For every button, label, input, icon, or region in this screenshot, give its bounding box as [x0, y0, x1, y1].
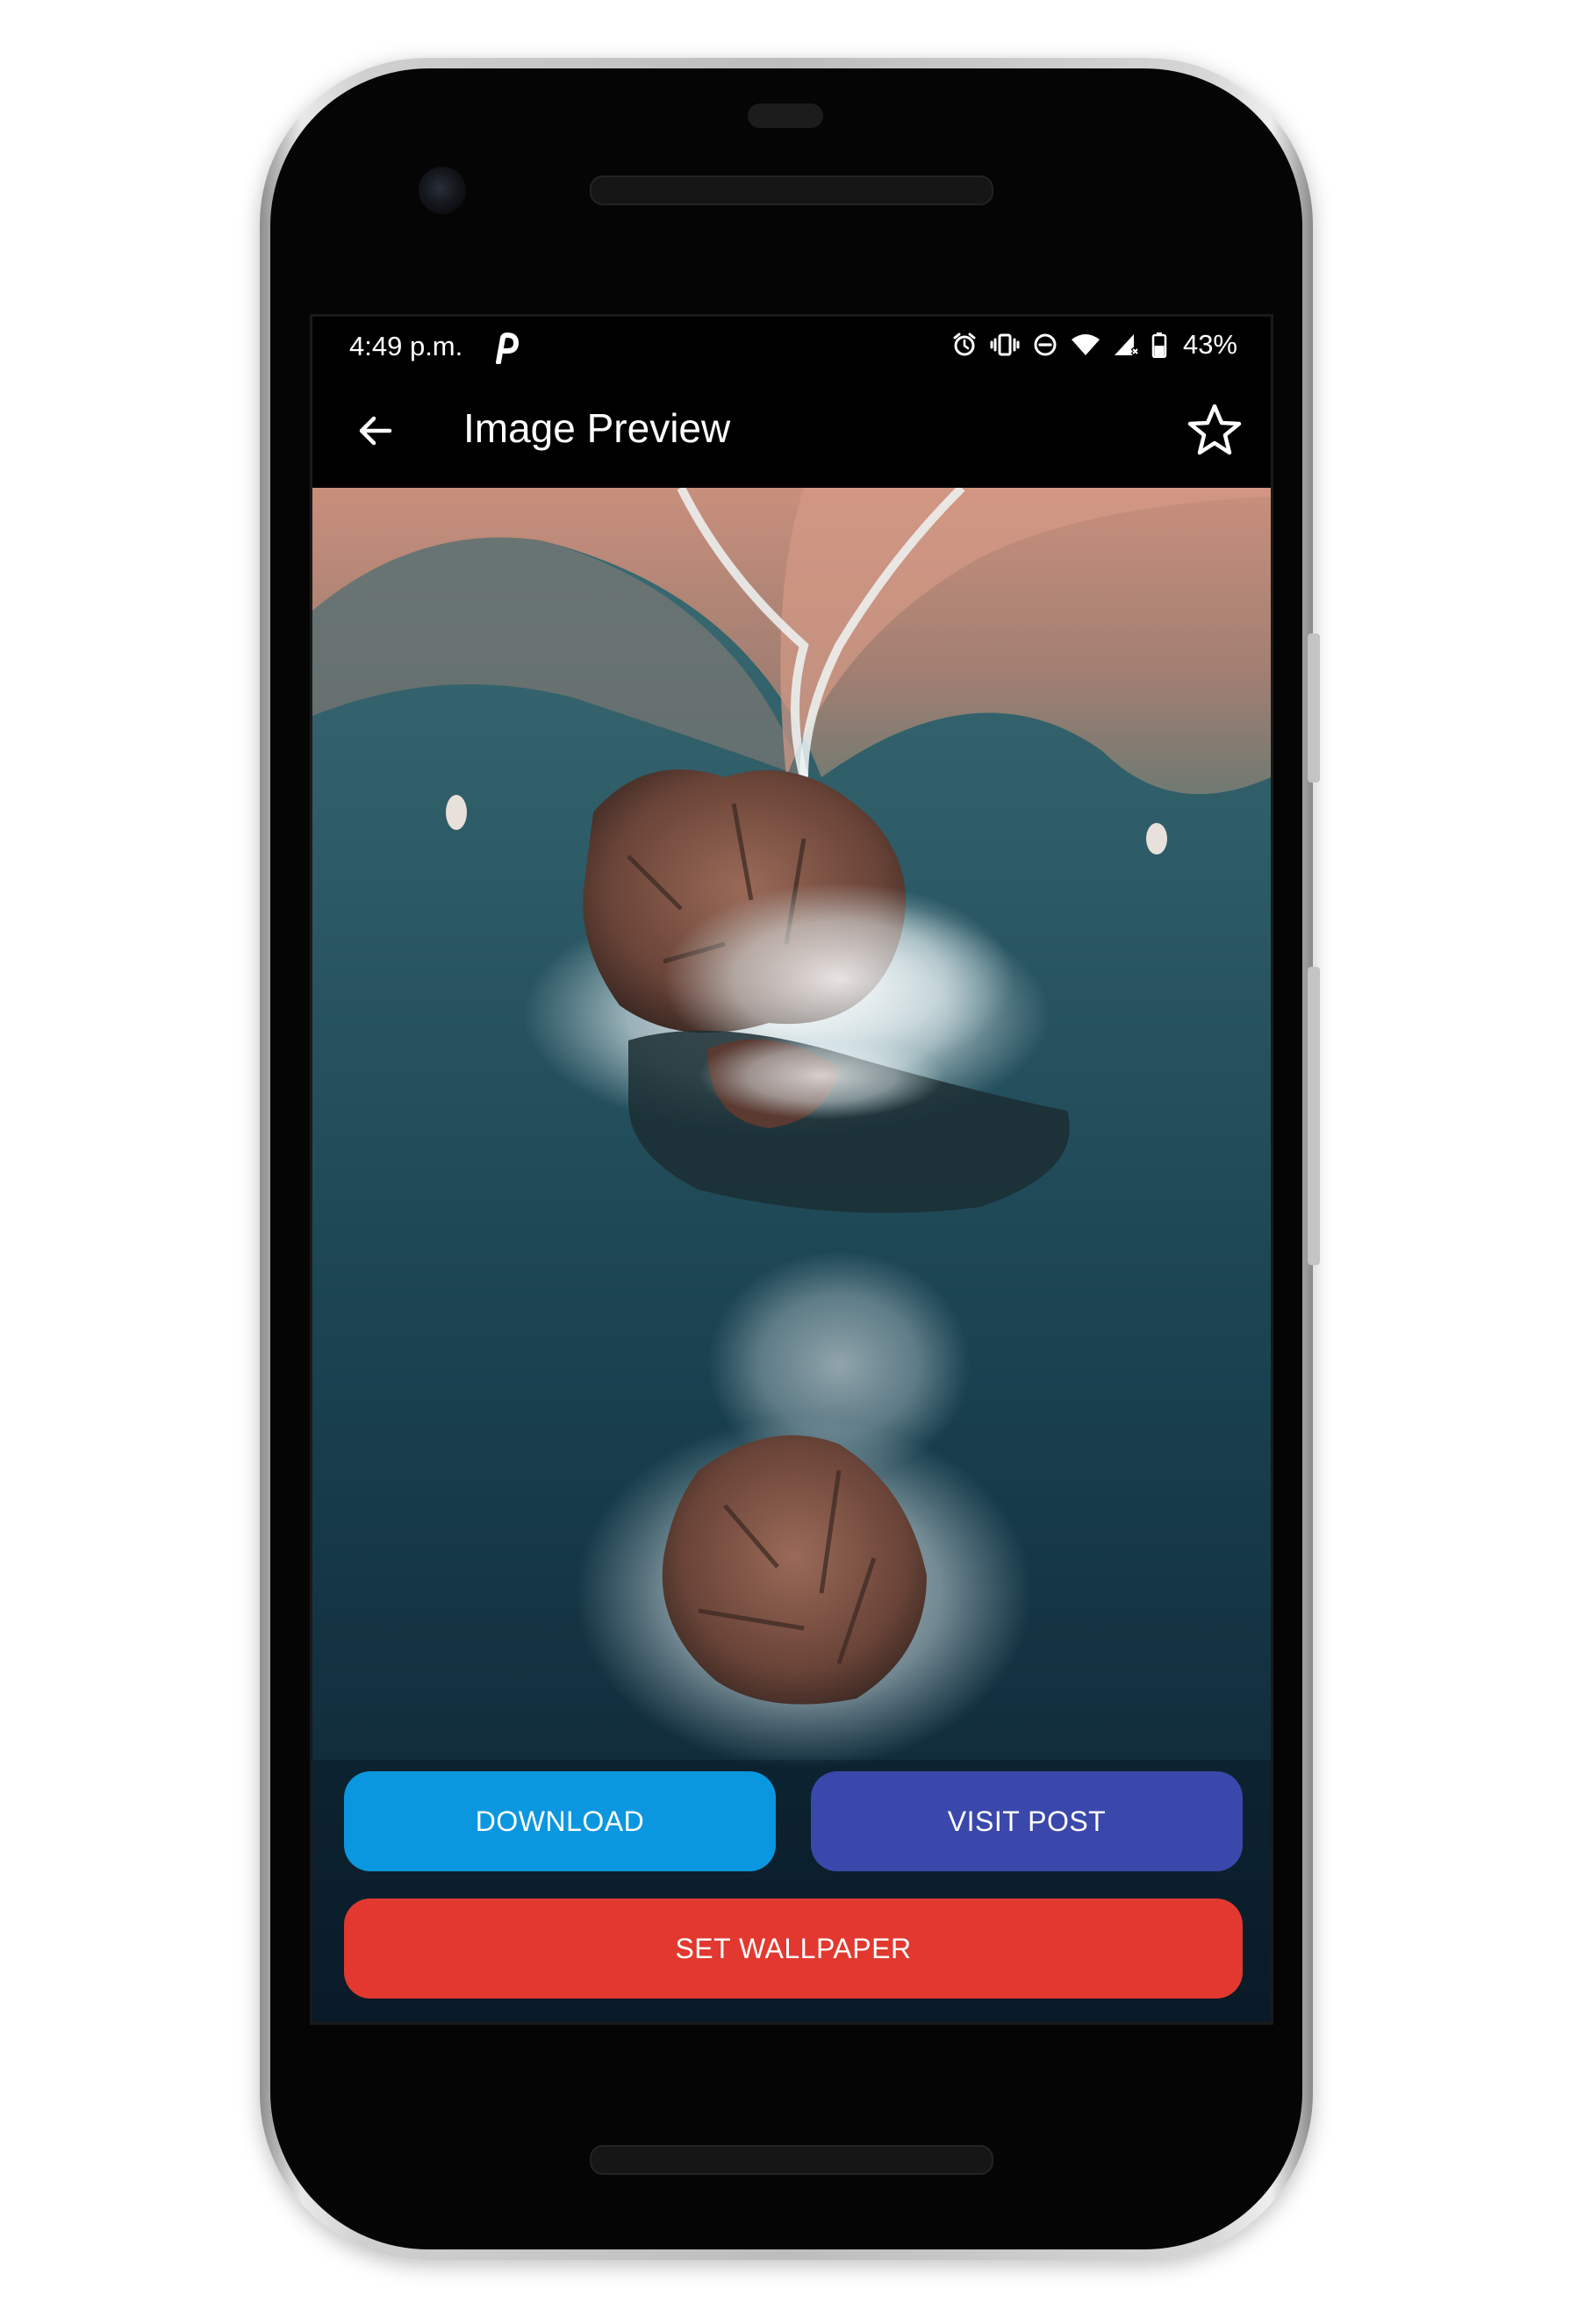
power-key	[1308, 633, 1320, 783]
set-wallpaper-button[interactable]: SET WALLPAPER	[344, 1899, 1243, 1999]
app-screen: 4:49 p.m. 43% Image Preview DOWNLOAD VIS…	[310, 314, 1273, 2025]
status-time: 4:49 p.m.	[349, 331, 463, 361]
pinterest-p-icon	[496, 333, 519, 364]
page-title: Image Preview	[463, 405, 731, 451]
cell-signal-icon	[1114, 334, 1139, 356]
wifi-icon	[1071, 334, 1100, 355]
star-outline-icon[interactable]	[1185, 401, 1244, 461]
do-not-disturb-icon	[1034, 333, 1057, 356]
volume-key	[1308, 967, 1320, 1265]
device-mockup: 4:49 p.m. 43% Image Preview DOWNLOAD VIS…	[0, 0, 1570, 2324]
top-speaker-grille	[590, 175, 993, 205]
vibrate-icon	[990, 333, 1020, 356]
app-bar: Image Preview	[312, 378, 1271, 488]
visit-post-button[interactable]: VISIT POST	[811, 1771, 1243, 1871]
download-button[interactable]: DOWNLOAD	[344, 1771, 776, 1871]
bottom-speaker-grille	[590, 2145, 993, 2175]
earpiece-grille	[748, 104, 823, 128]
arrow-back-icon[interactable]	[348, 403, 404, 459]
battery-icon	[1151, 333, 1167, 358]
battery-percent: 43%	[1182, 329, 1237, 360]
alarm-icon	[953, 333, 976, 356]
status-icons: 43%	[951, 329, 1237, 361]
front-camera	[419, 167, 466, 214]
status-bar: 4:49 p.m. 43%	[312, 317, 1271, 378]
